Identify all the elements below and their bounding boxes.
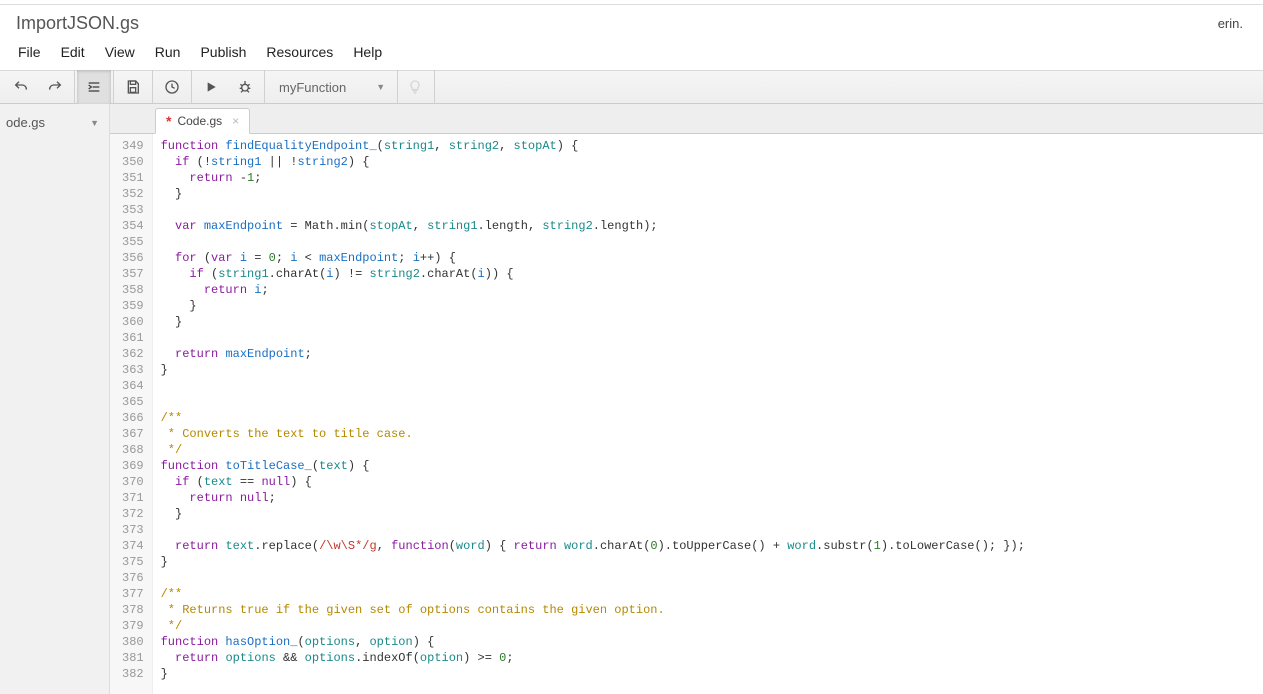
redo-button[interactable] — [38, 70, 72, 104]
dirty-indicator: * — [166, 116, 171, 126]
triggers-button[interactable] — [155, 70, 189, 104]
menu-run[interactable]: Run — [155, 44, 181, 60]
undo-icon — [13, 79, 29, 95]
code-content[interactable]: function findEqualityEndpoint_(string1, … — [153, 134, 1263, 694]
hint-button[interactable] — [398, 70, 432, 104]
clock-icon — [164, 79, 180, 95]
lightbulb-icon — [407, 79, 423, 95]
project-title[interactable]: ImportJSON.gs — [16, 13, 139, 34]
menu-publish[interactable]: Publish — [200, 44, 246, 60]
editor-area: * Code.gs × 3493503513523533543553563573… — [110, 104, 1263, 694]
chevron-down-icon: ▼ — [90, 118, 99, 128]
play-icon — [203, 79, 219, 95]
toolbar: myFunction ▼ — [0, 70, 1263, 104]
user-label[interactable]: erin. — [1218, 16, 1247, 31]
bug-icon — [237, 79, 253, 95]
run-button[interactable] — [194, 70, 228, 104]
function-select[interactable]: myFunction ▼ — [267, 70, 398, 104]
close-icon[interactable]: × — [232, 114, 239, 128]
menu-resources[interactable]: Resources — [266, 44, 333, 60]
sidebar-item-label: ode.gs — [6, 115, 45, 130]
redo-icon — [47, 79, 63, 95]
menu-file[interactable]: File — [18, 44, 41, 60]
function-select-label: myFunction — [279, 80, 346, 95]
editor-body[interactable]: 3493503513523533543553563573583593603613… — [110, 134, 1263, 694]
sidebar-file-item[interactable]: ode.gs ▼ — [0, 109, 109, 136]
chevron-down-icon: ▼ — [376, 82, 385, 92]
tab-label: Code.gs — [177, 114, 222, 128]
undo-button[interactable] — [4, 70, 38, 104]
line-number-gutter: 3493503513523533543553563573583593603613… — [110, 134, 153, 694]
menu-help[interactable]: Help — [353, 44, 382, 60]
indent-icon — [86, 79, 102, 95]
sidebar: ode.gs ▼ — [0, 104, 110, 694]
save-button[interactable] — [116, 70, 150, 104]
indent-button[interactable] — [77, 70, 111, 104]
tab-row: * Code.gs × — [110, 104, 1263, 134]
tab-code-gs[interactable]: * Code.gs × — [155, 108, 250, 134]
debug-button[interactable] — [228, 70, 262, 104]
menu-bar: File Edit View Run Publish Resources Hel… — [0, 36, 1263, 70]
header: ImportJSON.gs erin. — [0, 5, 1263, 36]
save-icon — [125, 79, 141, 95]
menu-view[interactable]: View — [105, 44, 135, 60]
menu-edit[interactable]: Edit — [61, 44, 85, 60]
